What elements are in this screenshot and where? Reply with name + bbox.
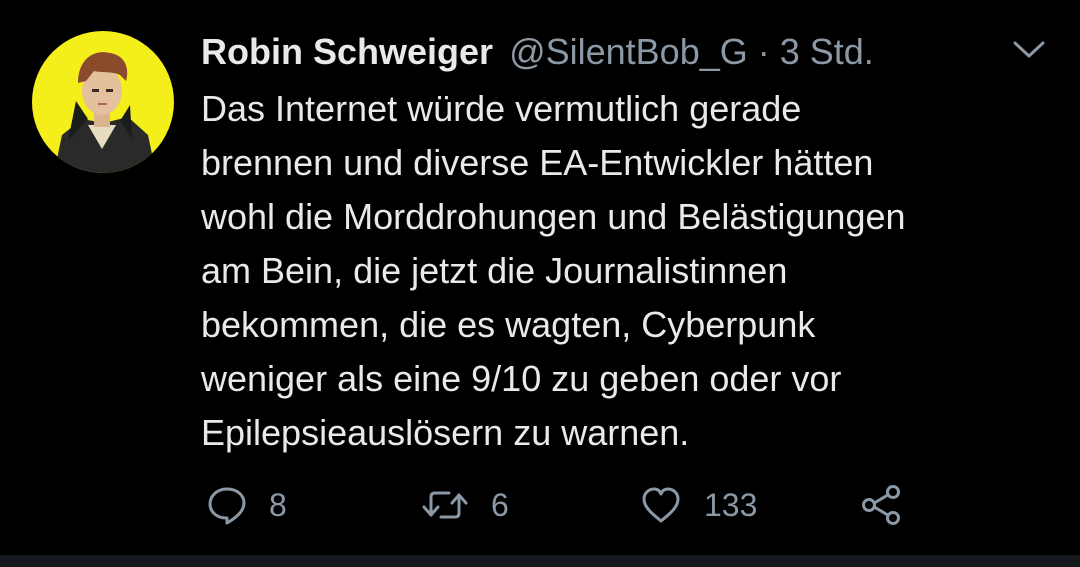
heart-icon [642, 487, 680, 523]
like-button[interactable]: 133 [640, 478, 757, 532]
bottom-divider [0, 555, 1080, 567]
like-count: 133 [704, 486, 758, 523]
chevron-down-icon[interactable] [1010, 34, 1048, 64]
tweet-text-line: bekommen, die es wagten, Cyberpunk [201, 304, 816, 345]
author-handle[interactable]: @SilentBob_G [509, 31, 748, 72]
comment-bubble-icon [208, 487, 246, 525]
share-nodes-icon [862, 485, 900, 525]
tweet-text-line: Epilepsieauslösern zu warnen. [201, 412, 690, 453]
tweet-actions: 8 6 133 [0, 478, 1080, 532]
tweet-text-line: weniger als eine 9/10 zu geben oder vor [201, 358, 842, 399]
tweet-text-line: Das Internet würde vermutlich gerade [201, 88, 802, 129]
retweet-button[interactable]: 6 [421, 478, 509, 532]
meta-separator: · [747, 31, 780, 72]
retweet-count: 6 [491, 486, 509, 523]
retweet-arrows-icon [422, 491, 468, 519]
tweet-card[interactable]: Robin Schweiger @SilentBob_G · 3 Std. Da… [0, 0, 1080, 555]
author-name[interactable]: Robin Schweiger [201, 31, 493, 72]
tweet-timestamp[interactable]: 3 Std. [780, 31, 874, 72]
reply-button[interactable]: 8 [207, 478, 287, 532]
share-button[interactable] [860, 478, 902, 532]
reply-count: 8 [269, 486, 287, 523]
avatar-illustration [54, 52, 156, 173]
author-meta: @SilentBob_G · 3 Std. [509, 31, 874, 72]
avatar[interactable] [32, 31, 174, 173]
tweet-text-line: brennen und diverse EA-Entwickler hätten [201, 142, 874, 183]
tweet-header: Robin Schweiger @SilentBob_G · 3 Std. [201, 30, 874, 74]
tweet-body: Das Internet würde vermutlich gerade bre… [201, 82, 1051, 460]
tweet-text-line: wohl die Morddrohungen und Belästigungen [201, 196, 906, 237]
tweet-text-line: am Bein, die jetzt die Journalistinnen [201, 250, 788, 291]
